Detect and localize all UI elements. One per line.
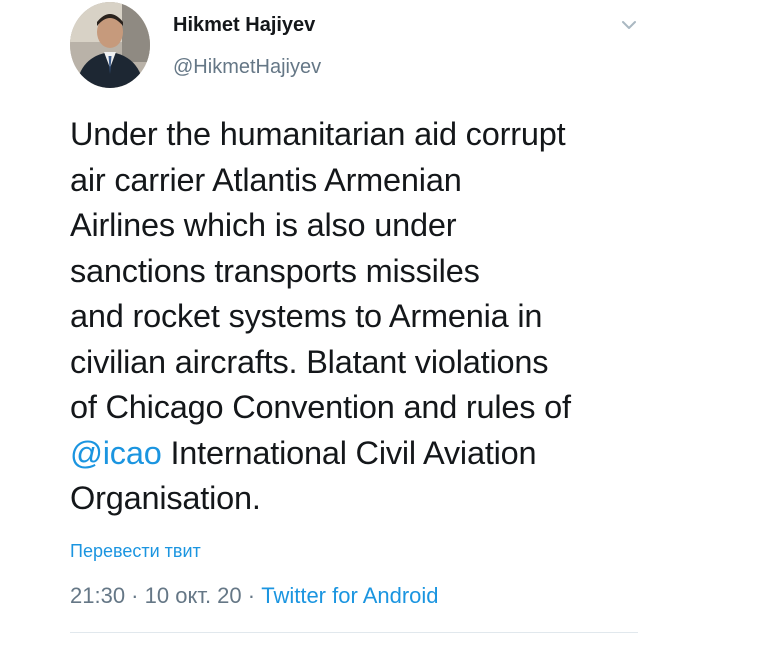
- tweet-time[interactable]: 21:30: [70, 583, 125, 608]
- tweet-date[interactable]: 10 окт. 20: [145, 583, 242, 608]
- tweet-menu-button[interactable]: [618, 14, 640, 36]
- tweet-text-line: air carrier Atlantis Armenian: [70, 161, 462, 198]
- tweet-text-line: Airlines which is also under: [70, 207, 457, 243]
- chevron-down-icon: [622, 21, 636, 29]
- author-display-name[interactable]: Hikmet Hajiyev: [173, 14, 315, 37]
- tweet-text-line: @icao International Civil Aviation: [70, 431, 670, 477]
- user-avatar-photo-icon: [70, 2, 150, 88]
- tweet-text-line: Under the humanitarian aid corrupt: [70, 116, 566, 152]
- translate-tweet-link[interactable]: Перевести твит: [70, 541, 201, 562]
- tweet-text-line: sanctions transports missiles: [70, 252, 480, 289]
- avatar[interactable]: [70, 2, 150, 88]
- tweet-text-line: Organisation.: [70, 480, 261, 516]
- meta-separator: ·: [241, 583, 262, 608]
- mention-link[interactable]: @icao: [70, 435, 162, 471]
- tweet-card: Hikmet Hajiyev @HikmetHajiyev Under the …: [0, 0, 773, 669]
- tweet-text-line: civilian aircrafts. Blatant violations: [70, 343, 549, 380]
- author-handle[interactable]: @HikmetHajiyev: [173, 56, 321, 79]
- tweet-meta: 21:30 · 10 окт. 20 · Twitter for Android: [70, 583, 439, 609]
- meta-separator: ·: [125, 583, 145, 608]
- tweet-text-line: and rocket systems to Armenia in: [70, 298, 543, 334]
- tweet-text-segment: International Civil Aviation: [161, 434, 537, 471]
- tweet-text: Under the humanitarian aid corrupt air c…: [70, 112, 670, 522]
- divider: [70, 632, 638, 633]
- tweet-source-link[interactable]: Twitter for Android: [261, 583, 438, 608]
- tweet-text-line: of Chicago Convention and rules of: [70, 389, 571, 425]
